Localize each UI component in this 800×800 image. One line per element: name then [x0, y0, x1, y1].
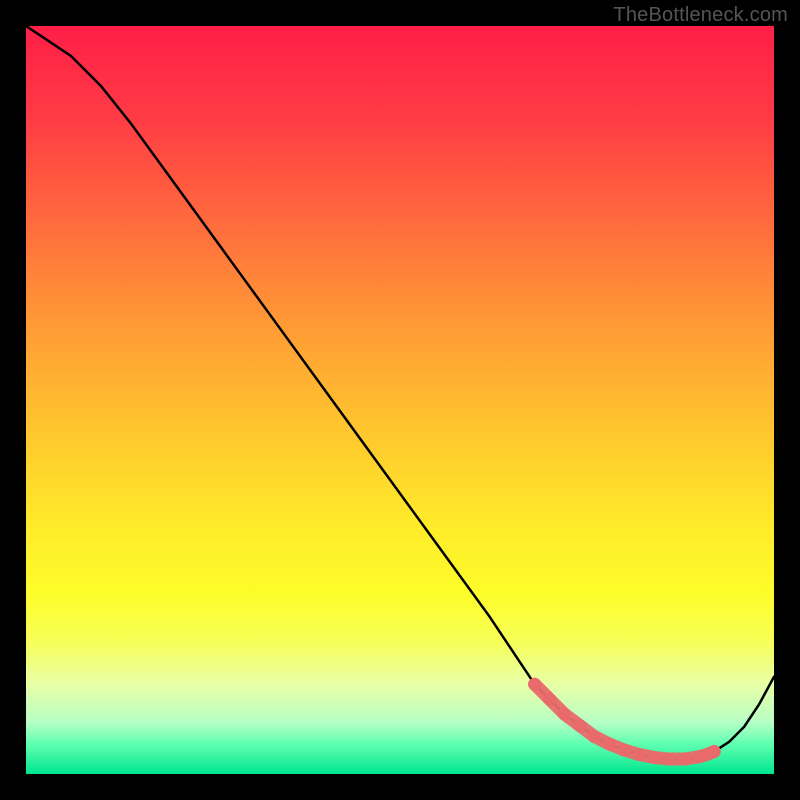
highlight-dot	[573, 719, 586, 732]
highlight-dot	[558, 708, 571, 721]
watermark-text: TheBottleneck.com	[613, 4, 788, 27]
plot-area	[26, 26, 774, 774]
highlight-dot	[678, 753, 691, 766]
highlight-dot	[663, 753, 676, 766]
chart-overlay	[26, 26, 774, 774]
chart-stage: TheBottleneck.com	[0, 0, 800, 800]
highlight-dot	[618, 744, 631, 757]
data-curve	[26, 26, 774, 759]
highlight-dot	[633, 748, 646, 761]
highlight-dot	[528, 678, 541, 691]
highlight-dot	[543, 693, 556, 706]
highlight-dot	[648, 751, 661, 764]
highlight-dot	[588, 730, 601, 743]
highlight-dot	[708, 745, 721, 758]
highlight-dot	[603, 738, 616, 751]
